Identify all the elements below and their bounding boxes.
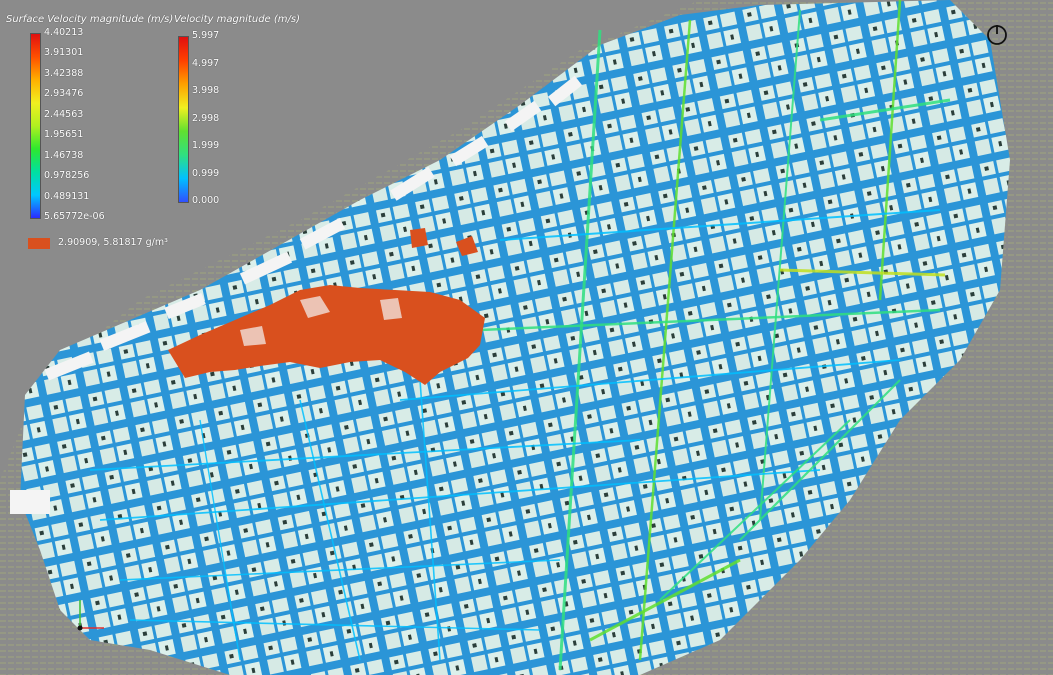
- colorbar-0-tick-2: 3.42388: [44, 67, 84, 79]
- isosurface-label: 2.90909, 5.81817 g/m³: [58, 237, 168, 248]
- colorbar-1-tick-2: 3.998: [192, 85, 220, 96]
- isosurface-swatch: [28, 238, 50, 249]
- surface-velocity-legend-title: Surface Velocity magnitude (m/s): [6, 14, 174, 25]
- colorbar-0-tick-3: 2.93476: [44, 88, 84, 100]
- visualization-viewport[interactable]: Surface Velocity magnitude (m/s) 4.40213…: [0, 0, 1053, 675]
- colorbar-1-tick-5: 0.999: [192, 167, 220, 179]
- velocity-colorbar: [178, 36, 189, 203]
- colorbar-0-tick-8: 0.489131: [44, 190, 90, 202]
- colorbar-0-tick-0: 4.40213: [44, 27, 84, 38]
- colorbar-1-tick-4: 1.999: [192, 140, 220, 151]
- velocity-legend-title: Velocity magnitude (m/s): [174, 14, 300, 25]
- colorbar-1-tick-0: 5.997: [192, 30, 220, 41]
- colorbar-0-tick-6: 1.46738: [44, 149, 84, 161]
- colorbar-1-tick-6: 0.000: [192, 195, 220, 206]
- colorbar-1-tick-3: 2.998: [192, 112, 220, 124]
- colorbar-0-tick-4: 2.44563: [44, 108, 84, 120]
- orientation-axes-icon[interactable]: [68, 594, 108, 634]
- colorbar-0-tick-7: 0.978256: [44, 170, 90, 182]
- colorbar-0-tick-5: 1.95651: [44, 129, 84, 141]
- colorbar-0-tick-9: 5.65772e-06: [44, 211, 105, 222]
- power-icon[interactable]: [985, 22, 1009, 46]
- city-flow-scene[interactable]: [0, 0, 1053, 675]
- surface-velocity-colorbar: [30, 33, 41, 219]
- colorbar-0-tick-1: 3.91301: [44, 47, 84, 59]
- colorbar-1-tick-1: 4.997: [192, 57, 220, 69]
